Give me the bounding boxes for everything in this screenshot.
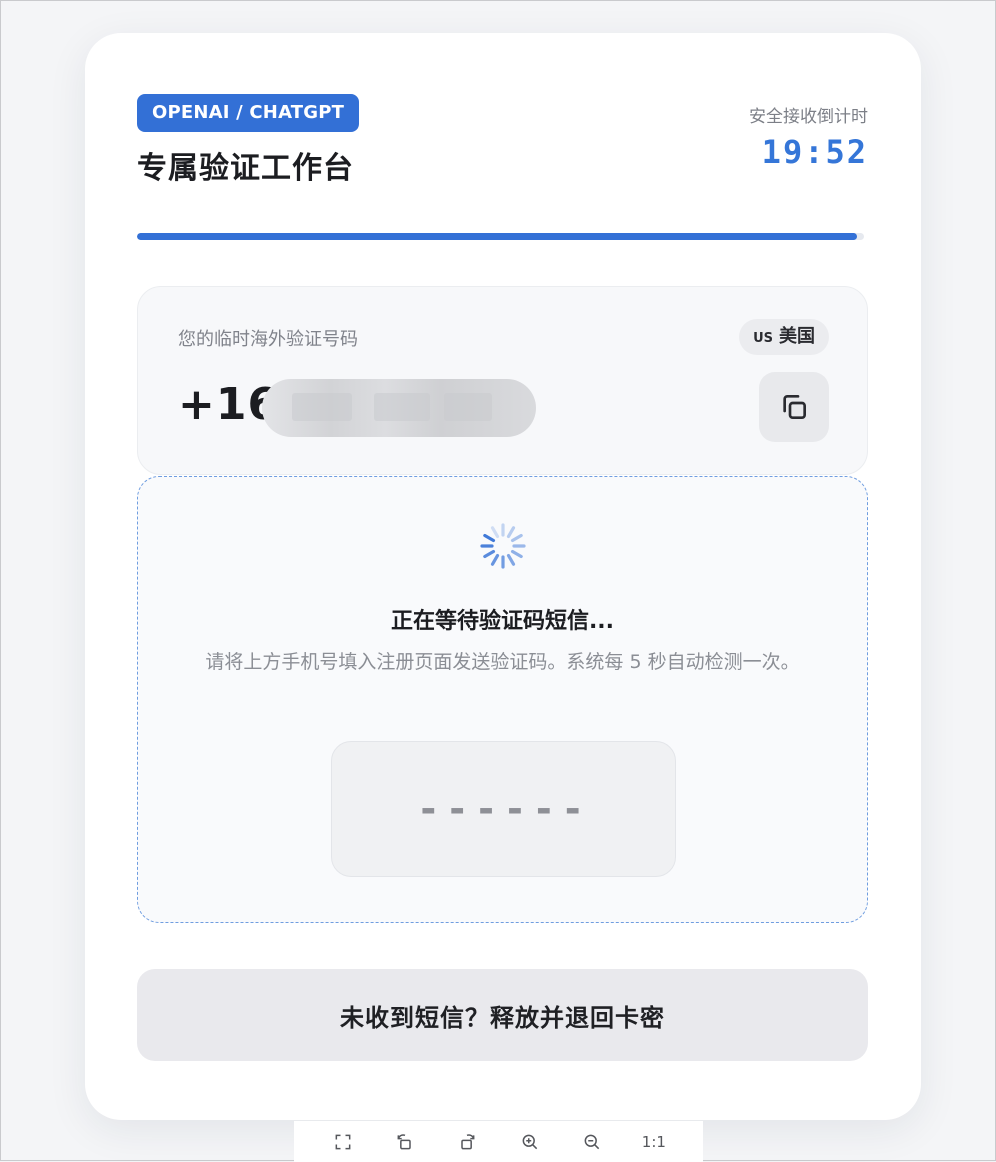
countdown-progress-bar — [137, 233, 864, 240]
countdown-progress-fill — [137, 233, 857, 240]
spinner-tick — [506, 526, 516, 539]
country-badge: US 美国 — [739, 319, 829, 355]
waiting-title: 正在等待验证码短信... — [390, 609, 615, 634]
zoom-in-icon[interactable] — [518, 1130, 542, 1154]
verification-code-placeholder: ------ — [416, 787, 591, 831]
rotate-left-icon[interactable] — [393, 1130, 417, 1154]
service-badge: OPENAI / CHATGPT — [137, 94, 360, 132]
page-title: 专属验证工作台 — [137, 151, 354, 186]
spinner-tick — [483, 549, 496, 559]
phone-number-label: 您的临时海外验证号码 — [178, 329, 358, 350]
spinner-tick — [510, 549, 523, 559]
sms-waiting-panel: 正在等待验证码短信... 请将上方手机号填入注册页面发送验证码。系统每 5 秒自… — [137, 476, 868, 923]
countdown-label: 安全接收倒计时 — [749, 107, 868, 127]
phone-number-panel: 您的临时海外验证号码 US 美国 +16 — [137, 286, 868, 475]
release-refund-button[interactable]: 未收到短信？释放并退回卡密 — [137, 969, 868, 1061]
spinner-tick — [490, 526, 500, 539]
spinner-tick — [506, 553, 516, 566]
app-window: OPENAI / CHATGPT 专属验证工作台 安全接收倒计时 19:52 您… — [0, 0, 996, 1162]
country-name: 美国 — [779, 326, 815, 347]
spinner-tick — [490, 553, 500, 566]
copy-icon — [783, 395, 806, 419]
image-viewer-toolbar: 1:1 — [294, 1121, 703, 1162]
zoom-out-icon[interactable] — [580, 1130, 604, 1154]
actual-size-button[interactable]: 1:1 — [642, 1130, 666, 1154]
spinner-tick — [510, 533, 523, 543]
fullscreen-icon[interactable] — [331, 1130, 355, 1154]
copy-number-button[interactable] — [759, 372, 829, 442]
verification-code-display: ------ — [331, 741, 676, 877]
waiting-description: 请将上方手机号填入注册页面发送验证码。系统每 5 秒自动检测一次。 — [205, 651, 800, 673]
loading-spinner-icon — [480, 523, 526, 569]
verification-card: OPENAI / CHATGPT 专属验证工作台 安全接收倒计时 19:52 您… — [85, 33, 921, 1120]
countdown-timer: 19:52 — [761, 133, 868, 171]
rotate-right-icon[interactable] — [455, 1130, 479, 1154]
country-code: US — [753, 331, 773, 346]
spinner-tick — [483, 533, 496, 543]
phone-number-redaction — [262, 379, 536, 437]
